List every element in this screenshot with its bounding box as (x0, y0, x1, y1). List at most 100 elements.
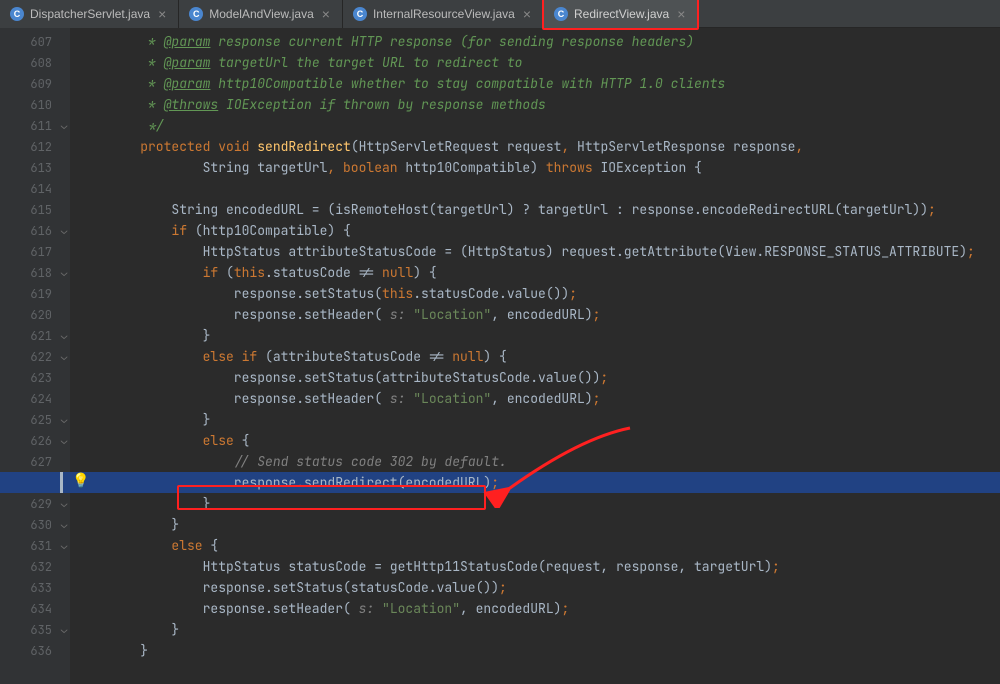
line-number: 610 (18, 97, 58, 113)
gutter-row[interactable]: 618⌄ (0, 262, 70, 283)
gutter-row[interactable]: 632 (0, 556, 70, 577)
code-line[interactable]: response.setStatus(this.statusCode.value… (70, 283, 1000, 304)
line-number: 609 (18, 76, 58, 92)
code-line[interactable]: } (70, 640, 1000, 661)
code-line[interactable]: response.setHeader( s: "Location", encod… (70, 598, 1000, 619)
code-line[interactable]: * @param targetUrl the target URL to red… (70, 52, 1000, 73)
close-icon[interactable]: × (320, 7, 332, 21)
gutter-row[interactable]: 627 (0, 451, 70, 472)
code-line[interactable]: HttpStatus attributeStatusCode = (HttpSt… (70, 241, 1000, 262)
gutter-row[interactable]: 623 (0, 367, 70, 388)
code-line[interactable]: else { (70, 535, 1000, 556)
code-line[interactable]: * @param http10Compatible whether to sta… (70, 73, 1000, 94)
code-line[interactable]: if (http10Compatible) { (70, 220, 1000, 241)
code-line[interactable]: } (70, 619, 1000, 640)
line-number: 620 (18, 307, 58, 323)
gutter-row[interactable]: 608 (0, 52, 70, 73)
gutter-row[interactable]: 629⌄ (0, 493, 70, 514)
gutter-row[interactable]: 624 (0, 388, 70, 409)
line-number: 611 (18, 118, 58, 134)
gutter-row[interactable]: 621⌄ (0, 325, 70, 346)
tab-label: DispatcherServlet.java (30, 7, 150, 21)
line-number: 631 (18, 538, 58, 554)
gutter-row[interactable]: 607 (0, 31, 70, 52)
tab-redirectview-java[interactable]: CRedirectView.java× (544, 0, 698, 28)
gutter-row[interactable]: 614 (0, 178, 70, 199)
tab-label: RedirectView.java (574, 7, 669, 21)
code-line[interactable]: response.setHeader( s: "Location", encod… (70, 388, 1000, 409)
gutter-row[interactable]: 611⌄ (0, 115, 70, 136)
gutter-row[interactable]: 634 (0, 598, 70, 619)
fold-icon[interactable]: ⌄ (58, 266, 70, 280)
code-line[interactable]: * @param response current HTTP response … (70, 31, 1000, 52)
fold-icon[interactable]: ⌄ (58, 224, 70, 238)
line-number: 624 (18, 391, 58, 407)
java-class-icon: C (10, 7, 24, 21)
code-line[interactable]: response.setStatus(attributeStatusCode.v… (70, 367, 1000, 388)
code-line[interactable]: * @throws IOException if thrown by respo… (70, 94, 1000, 115)
gutter-row[interactable]: 626⌄ (0, 430, 70, 451)
gutter-row[interactable]: 619 (0, 283, 70, 304)
close-icon[interactable]: × (156, 7, 168, 21)
java-class-icon: C (189, 7, 203, 21)
gutter-row[interactable]: 610 (0, 94, 70, 115)
code-line[interactable]: if (this.statusCode != null) { (70, 262, 1000, 283)
gutter-row[interactable]: 622⌄ (0, 346, 70, 367)
fold-icon[interactable]: ⌄ (58, 413, 70, 427)
line-number: 621 (18, 328, 58, 344)
code-line[interactable]: HttpStatus statusCode = getHttp11StatusC… (70, 556, 1000, 577)
tab-label: ModelAndView.java (209, 7, 314, 21)
line-number: 636 (18, 643, 58, 659)
gutter-row[interactable]: 620 (0, 304, 70, 325)
code-line[interactable]: String targetUrl, boolean http10Compatib… (70, 157, 1000, 178)
code-area[interactable]: * @param response current HTTP response … (70, 28, 1000, 684)
gutter-row[interactable]: 625⌄ (0, 409, 70, 430)
gutter-row[interactable]: 630⌄ (0, 514, 70, 535)
tab-modelandview-java[interactable]: C ModelAndView.java × (179, 0, 343, 28)
line-number: 622 (18, 349, 58, 365)
gutter-row[interactable]: 636 (0, 640, 70, 661)
gutter-row[interactable]: 617 (0, 241, 70, 262)
fold-icon[interactable]: ⌄ (58, 329, 70, 343)
fold-icon[interactable]: ⌄ (58, 350, 70, 364)
tab-dispatcherservlet-java[interactable]: C DispatcherServlet.java × (0, 0, 179, 28)
gutter-row[interactable]: 633 (0, 577, 70, 598)
code-line[interactable]: response.sendRedirect(encodedURL); (70, 472, 1000, 493)
fold-icon[interactable]: ⌄ (58, 623, 70, 637)
gutter-row[interactable]: 613 (0, 157, 70, 178)
line-number: 618 (18, 265, 58, 281)
line-number: 619 (18, 286, 58, 302)
code-line[interactable]: response.setStatus(statusCode.value()); (70, 577, 1000, 598)
intention-bulb-icon[interactable]: 💡 (72, 472, 89, 490)
gutter-row[interactable]: 631⌄ (0, 535, 70, 556)
fold-icon[interactable]: ⌄ (58, 434, 70, 448)
gutter-row[interactable]: 609 (0, 73, 70, 94)
gutter-row[interactable]: 612 (0, 136, 70, 157)
code-line[interactable]: } (70, 325, 1000, 346)
code-line[interactable]: response.setHeader( s: "Location", encod… (70, 304, 1000, 325)
fold-icon[interactable]: ⌄ (58, 518, 70, 532)
fold-icon[interactable]: ⌄ (58, 539, 70, 553)
code-line[interactable]: else { (70, 430, 1000, 451)
editor-tabs: C DispatcherServlet.java × C ModelAndView.ja… (0, 0, 1000, 28)
code-editor[interactable]: 607608609610611⌄612613614615616⌄617618⌄6… (0, 28, 1000, 684)
gutter[interactable]: 607608609610611⌄612613614615616⌄617618⌄6… (0, 28, 70, 684)
fold-icon[interactable]: ⌄ (58, 497, 70, 511)
code-line[interactable]: protected void sendRedirect(HttpServletR… (70, 136, 1000, 157)
fold-icon[interactable]: ⌄ (58, 119, 70, 133)
caret-marker (60, 472, 63, 493)
code-line[interactable] (70, 178, 1000, 199)
code-line[interactable]: } (70, 409, 1000, 430)
tab-internalresourceview-java[interactable]: CInternalResourceView.java× (343, 0, 544, 28)
code-line[interactable]: */ (70, 115, 1000, 136)
gutter-row[interactable]: 615 (0, 199, 70, 220)
code-line[interactable]: String encodedURL = (isRemoteHost(target… (70, 199, 1000, 220)
gutter-row[interactable]: 616⌄ (0, 220, 70, 241)
close-icon[interactable]: × (675, 7, 687, 21)
code-line[interactable]: } (70, 514, 1000, 535)
code-line[interactable]: // Send status code 302 by default. (70, 451, 1000, 472)
code-line[interactable]: } (70, 493, 1000, 514)
close-icon[interactable]: × (521, 7, 533, 21)
code-line[interactable]: else if (attributeStatusCode != null) { (70, 346, 1000, 367)
gutter-row[interactable]: 635⌄ (0, 619, 70, 640)
